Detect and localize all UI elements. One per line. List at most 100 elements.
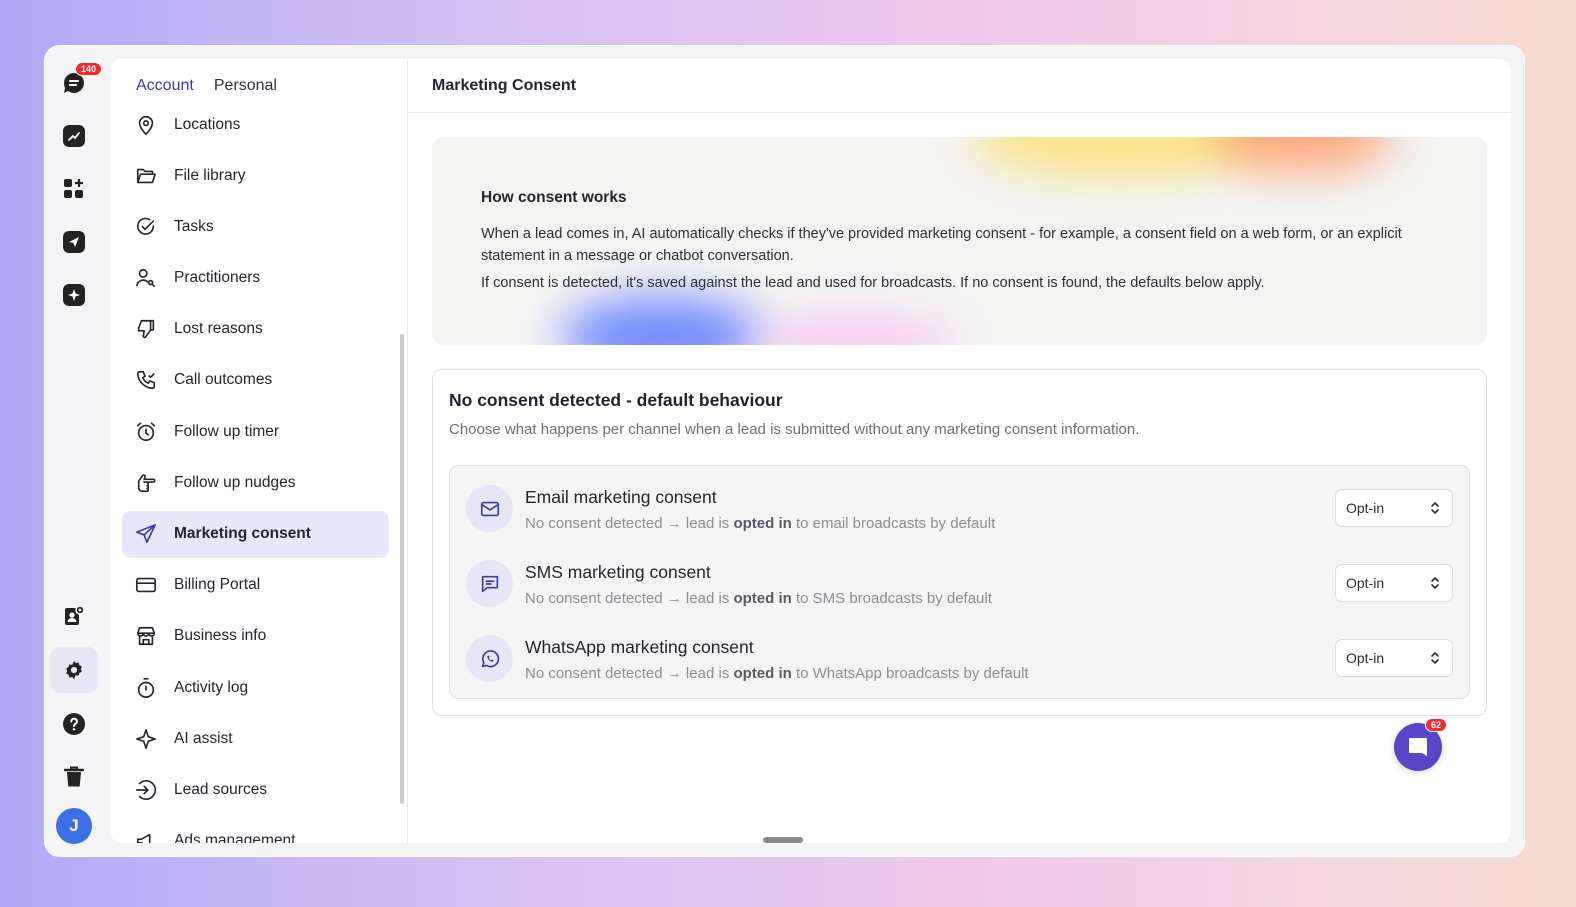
- nav-item-file-library[interactable]: File library: [122, 152, 389, 199]
- info-title: How consent works: [481, 189, 627, 206]
- nav-item-label: Follow up nudges: [174, 473, 296, 491]
- notification-badge: 140: [75, 62, 103, 76]
- email-consent-select[interactable]: Opt-in: [1335, 489, 1453, 527]
- info-paragraph-2: If consent is detected, it's saved again…: [481, 275, 1265, 291]
- nav-item-label: Lead sources: [174, 780, 268, 798]
- nav-item-lead-sources[interactable]: Lead sources: [122, 766, 389, 813]
- mail-icon: [466, 485, 513, 532]
- store-icon: [134, 624, 158, 648]
- contact-gear-icon: [65, 605, 85, 625]
- chat-bubble-icon: [466, 560, 513, 607]
- nav-item-marketing-consent[interactable]: Marketing consent: [122, 510, 389, 558]
- channel-description: No consent detected → lead is opted in t…: [525, 665, 1029, 682]
- folder-icon: [134, 164, 158, 188]
- location-pin-icon: [134, 113, 158, 137]
- channel-title: Email marketing consent: [525, 487, 717, 507]
- trash-icon: [64, 766, 84, 787]
- ai-button[interactable]: [50, 272, 98, 318]
- nav-item-call-outcomes[interactable]: Call outcomes: [122, 357, 389, 404]
- apps-button[interactable]: [50, 166, 98, 212]
- decorative-blue-blob: [562, 297, 762, 345]
- nav-item-tasks[interactable]: Tasks: [122, 203, 389, 250]
- nav-item-follow-up-nudges[interactable]: Follow up nudges: [122, 459, 389, 506]
- settings-nav: Account Personal Locations File library …: [110, 59, 408, 843]
- nav-item-ads-management[interactable]: Ads management: [122, 818, 389, 843]
- chat-icon: [1409, 738, 1427, 756]
- nav-item-label: Billing Portal: [174, 576, 261, 594]
- help-button[interactable]: [50, 701, 98, 747]
- channel-row-sms: SMS marketing consent No consent detecte…: [450, 553, 1469, 613]
- page-title: Marketing Consent: [409, 59, 1511, 113]
- chevron-up-down-icon: [1431, 651, 1439, 665]
- select-value: Opt-in: [1346, 575, 1385, 591]
- stopwatch-icon: [134, 676, 158, 700]
- help-circle-icon: [63, 713, 85, 735]
- decorative-orange-blob: [1212, 137, 1392, 172]
- tab-account[interactable]: Account: [136, 77, 194, 101]
- user-avatar[interactable]: J: [56, 808, 92, 844]
- nav-item-label: Tasks: [174, 217, 214, 235]
- send-square-icon: [63, 231, 85, 253]
- select-value: Opt-in: [1346, 500, 1385, 516]
- channel-row-whatsapp: WhatsApp marketing consent No consent de…: [450, 628, 1469, 688]
- sms-consent-select[interactable]: Opt-in: [1335, 564, 1453, 602]
- nav-item-label: Business info: [174, 627, 267, 645]
- chat-launcher-button[interactable]: 62: [1394, 718, 1448, 771]
- login-arrow-icon: [134, 778, 158, 802]
- alarm-icon: [134, 420, 158, 444]
- nav-item-label: Lost reasons: [174, 320, 263, 338]
- grid-plus-icon: [64, 179, 83, 198]
- contacts-settings-button[interactable]: [50, 593, 98, 639]
- channel-title: SMS marketing consent: [525, 562, 711, 582]
- nav-item-label: Ads management: [174, 832, 296, 843]
- nav-item-label: Activity log: [174, 678, 249, 696]
- sparkle-square-icon: [63, 284, 85, 306]
- phone-icon: [134, 368, 158, 392]
- nav-item-practitioners[interactable]: Practitioners: [122, 255, 389, 302]
- app-window: 140 J Account Personal Locations File li…: [44, 45, 1525, 857]
- info-paragraph-1: When a lead comes in, AI automatically c…: [481, 226, 1402, 264]
- nav-item-follow-up-timer[interactable]: Follow up timer: [122, 408, 389, 455]
- gear-icon: [66, 660, 82, 680]
- channel-description: No consent detected → lead is opted in t…: [525, 515, 996, 532]
- chat-badge: 62: [1425, 718, 1448, 732]
- trend-chart-icon: [63, 125, 85, 147]
- whatsapp-icon: [466, 635, 513, 682]
- nav-item-label: Locations: [174, 115, 241, 133]
- settings-nav-list[interactable]: Locations File library Tasks Practitione…: [110, 113, 408, 843]
- default-behaviour-card: No consent detected - default behaviour …: [432, 369, 1487, 716]
- icon-rail: 140 J: [45, 46, 105, 856]
- inbox-button[interactable]: 140: [50, 60, 103, 106]
- nav-item-label: AI assist: [174, 729, 233, 747]
- section-subtitle: Choose what happens per channel when a l…: [449, 421, 1140, 438]
- chevron-up-down-icon: [1431, 501, 1439, 515]
- nav-item-locations[interactable]: Locations: [122, 113, 389, 148]
- nav-scrollbar[interactable]: [400, 334, 404, 804]
- check-circle-icon: [134, 215, 158, 239]
- analytics-button[interactable]: [50, 113, 98, 159]
- resize-handle[interactable]: [763, 837, 803, 843]
- nav-item-business-info[interactable]: Business info: [122, 613, 389, 660]
- nav-item-billing-portal[interactable]: Billing Portal: [122, 562, 389, 609]
- channel-list: Email marketing consent No consent detec…: [449, 465, 1470, 699]
- user-icon: [134, 266, 158, 290]
- nav-item-lost-reasons[interactable]: Lost reasons: [122, 306, 389, 353]
- nav-item-ai-assist[interactable]: AI assist: [122, 715, 389, 762]
- trash-button[interactable]: [50, 754, 98, 800]
- nav-item-label: Call outcomes: [174, 371, 273, 389]
- tab-personal[interactable]: Personal: [214, 77, 277, 101]
- channel-description: No consent detected → lead is opted in t…: [525, 590, 992, 607]
- pointing-hand-icon: [134, 471, 158, 495]
- main-content: Marketing Consent How consent works When…: [409, 59, 1511, 843]
- megaphone-icon: [134, 829, 158, 843]
- whatsapp-consent-select[interactable]: Opt-in: [1335, 639, 1453, 677]
- nav-item-label: File library: [174, 166, 246, 184]
- sparkle-icon: [134, 727, 158, 751]
- credit-card-icon: [134, 573, 158, 597]
- content-panel: Account Personal Locations File library …: [110, 59, 1511, 843]
- settings-button[interactable]: [50, 647, 98, 693]
- decorative-pink-blob: [752, 317, 952, 345]
- section-title: No consent detected - default behaviour: [449, 390, 783, 410]
- campaigns-button[interactable]: [50, 219, 98, 265]
- nav-item-activity-log[interactable]: Activity log: [122, 664, 389, 711]
